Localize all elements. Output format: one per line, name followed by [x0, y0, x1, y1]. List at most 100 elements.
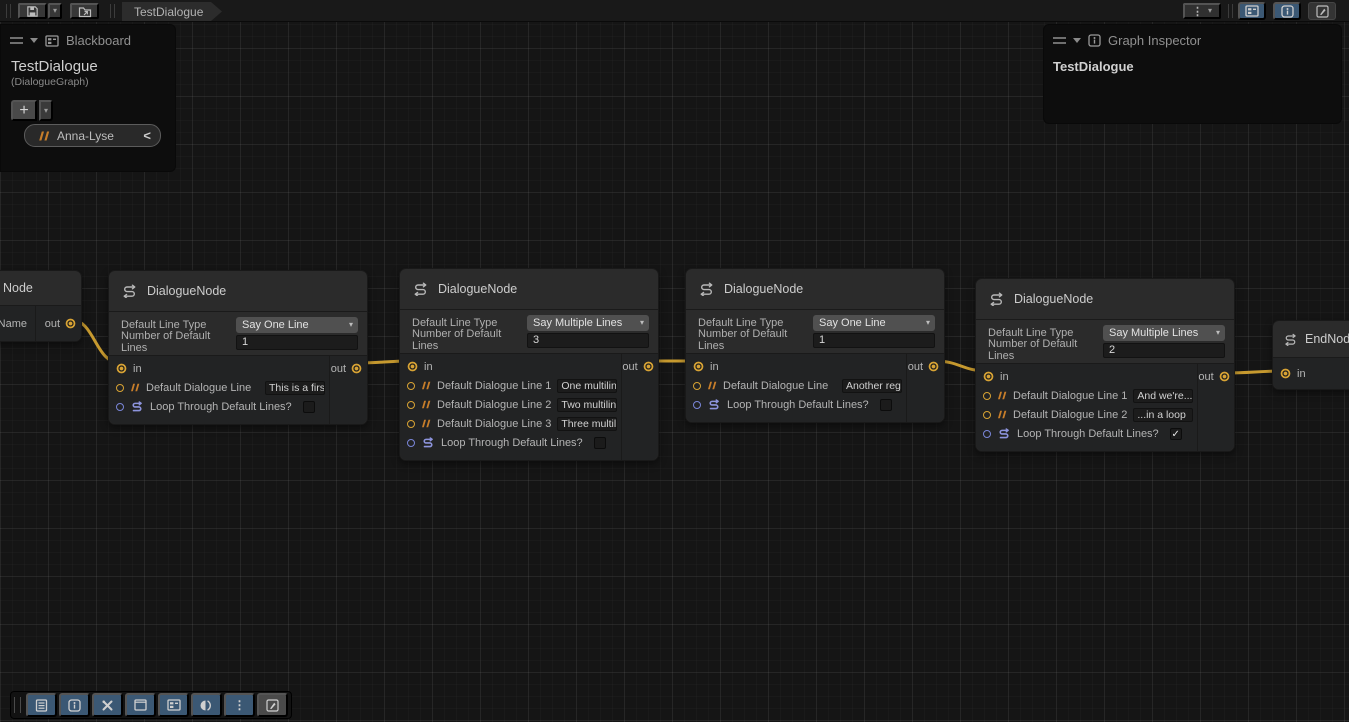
num-lines-field[interactable]: 2 [1103, 343, 1225, 358]
line-port-icon[interactable] [407, 401, 415, 409]
tools-button[interactable] [92, 693, 123, 717]
loop-port-row[interactable]: Loop Through Default Lines? [400, 433, 621, 452]
loop-port-icon[interactable] [116, 403, 124, 411]
line-port-icon[interactable] [693, 382, 701, 390]
num-lines-field[interactable]: 1 [813, 333, 935, 348]
toggle-minimap-button[interactable] [1308, 2, 1336, 20]
out-port-icon[interactable] [643, 361, 654, 372]
line-port-icon[interactable] [407, 382, 415, 390]
line-port-icon[interactable] [407, 420, 415, 428]
in-port-row[interactable]: in [400, 357, 621, 376]
blackboard-field-anna-lyse[interactable]: Anna-Lyse < [24, 124, 161, 147]
loop-port-icon[interactable] [693, 401, 701, 409]
in-port-row[interactable]: in [109, 359, 329, 378]
open-asset-button[interactable] [70, 3, 99, 19]
in-port-icon[interactable] [693, 361, 704, 372]
collapse-triangle-icon[interactable] [30, 38, 38, 43]
num-lines-field[interactable]: 1 [236, 335, 358, 350]
loop-checkbox[interactable] [303, 401, 315, 413]
loop-port-row[interactable]: Loop Through Default Lines? [686, 395, 906, 414]
out-port-row[interactable]: out [907, 357, 944, 376]
partial-node[interactable]: Node kerName out [0, 270, 82, 342]
blackboard-panel[interactable]: Blackboard TestDialogue (DialogueGraph) … [0, 24, 176, 172]
loop-checkbox[interactable]: ✓ [1170, 428, 1182, 440]
line-port-icon[interactable] [983, 411, 991, 419]
out-port-row[interactable]: out [622, 357, 658, 376]
dialogue-node-3[interactable]: DialogueNode Default Line Type Say One L… [685, 268, 945, 423]
node-title-bar[interactable]: Node [0, 271, 81, 305]
dialogue-node-1[interactable]: DialogueNode Default Line Type Say One L… [108, 270, 368, 425]
out-port-row[interactable]: out [36, 314, 81, 333]
minimap-button[interactable] [257, 693, 288, 717]
dialogue-line-port-row[interactable]: Default Dialogue Line 2 ...in a loop [976, 405, 1197, 424]
dialogue-line-port-row[interactable]: Default Dialogue Line 2 Two multiline [400, 395, 621, 414]
out-port-icon[interactable] [351, 363, 362, 374]
save-options-dropdown[interactable]: ▾ [48, 3, 62, 19]
dialogue-line-field[interactable]: One multiline [557, 379, 617, 393]
console-button[interactable] [26, 693, 57, 717]
in-port-icon[interactable] [407, 361, 418, 372]
line-type-dropdown[interactable]: Say Multiple Lines ▾ [1103, 325, 1225, 341]
blackboard-header[interactable]: Blackboard [1, 25, 175, 52]
graph-asset-tab[interactable]: TestDialogue [122, 2, 222, 21]
dialogue-line-field[interactable]: This is a first [265, 381, 325, 395]
loop-port-icon[interactable] [407, 439, 415, 447]
dialogue-line-field[interactable]: Two multiline [557, 398, 617, 412]
line-port-icon[interactable] [983, 392, 991, 400]
in-port-row[interactable]: in [1273, 364, 1349, 383]
line-port-icon[interactable] [116, 384, 124, 392]
out-port-row[interactable]: out [1198, 367, 1234, 386]
out-port-icon[interactable] [65, 318, 76, 329]
dialogue-node-2[interactable]: DialogueNode Default Line Type Say Multi… [399, 268, 659, 461]
dialogue-line-port-row[interactable]: Default Dialogue Line This is a first [109, 378, 329, 397]
loop-port-row[interactable]: Loop Through Default Lines? [109, 397, 329, 416]
loop-checkbox[interactable] [594, 437, 606, 449]
node-title-bar[interactable]: DialogueNode [686, 269, 944, 309]
drag-handle-icon[interactable] [10, 37, 23, 44]
loop-port-icon[interactable] [983, 430, 991, 438]
drag-handle-icon[interactable] [1053, 37, 1066, 44]
inspector-button[interactable] [59, 693, 90, 717]
node-title-bar[interactable]: EndNode [1273, 321, 1349, 357]
out-port-icon[interactable] [1219, 371, 1230, 382]
end-node[interactable]: EndNode in [1272, 320, 1349, 390]
toggle-blackboard-button[interactable] [1238, 2, 1266, 20]
collapse-chevron-icon[interactable]: < [143, 128, 151, 143]
in-port-row[interactable]: in [976, 367, 1197, 386]
dialogue-node-4[interactable]: DialogueNode Default Line Type Say Multi… [975, 278, 1235, 452]
in-port-row[interactable]: in [686, 357, 906, 376]
collapse-triangle-icon[interactable] [1073, 38, 1081, 43]
save-button[interactable] [18, 3, 47, 19]
toolbar-drag-handle[interactable] [14, 697, 21, 713]
dialogue-line-field[interactable]: Three multilin [557, 417, 617, 431]
dialogue-line-port-row[interactable]: Default Dialogue Line 3 Three multilin [400, 414, 621, 433]
toggle-inspector-button[interactable] [1273, 2, 1301, 20]
dialogue-line-field[interactable]: ...in a loop [1133, 408, 1193, 422]
in-port-icon[interactable] [1280, 368, 1291, 379]
loop-checkbox[interactable] [880, 399, 892, 411]
blackboard-button[interactable] [158, 693, 189, 717]
graph-inspector-panel[interactable]: Graph Inspector TestDialogue [1043, 24, 1342, 124]
node-title-bar[interactable]: DialogueNode [400, 269, 658, 309]
node-title-bar[interactable]: DialogueNode [976, 279, 1234, 319]
window-button[interactable] [125, 693, 156, 717]
dialogue-line-field[interactable]: And we're... [1133, 389, 1193, 403]
graph-inspector-header[interactable]: Graph Inspector [1044, 25, 1341, 52]
line-type-dropdown[interactable]: Say One Line ▾ [813, 315, 935, 331]
dialogue-line-field[interactable]: Another regu [842, 379, 902, 393]
loop-port-row[interactable]: Loop Through Default Lines? ✓ [976, 424, 1197, 443]
out-port-icon[interactable] [928, 361, 939, 372]
dialogue-line-port-row[interactable]: Default Dialogue Line 1 And we're... [976, 386, 1197, 405]
add-property-button[interactable]: + [11, 100, 37, 121]
dialogue-line-port-row[interactable]: Default Dialogue Line Another regu [686, 376, 906, 395]
more-button[interactable]: ⋮ [224, 693, 255, 717]
node-title-bar[interactable]: DialogueNode [109, 271, 367, 311]
line-type-dropdown[interactable]: Say One Line ▾ [236, 317, 358, 333]
num-lines-field[interactable]: 3 [527, 333, 649, 348]
out-port-row[interactable]: out [330, 359, 367, 378]
line-type-dropdown[interactable]: Say Multiple Lines ▾ [527, 315, 649, 331]
in-port-icon[interactable] [983, 371, 994, 382]
add-property-dropdown[interactable]: ▾ [39, 100, 53, 121]
in-port-icon[interactable] [116, 363, 127, 374]
options-menu-button[interactable]: ⋮ ▾ [1183, 3, 1221, 19]
